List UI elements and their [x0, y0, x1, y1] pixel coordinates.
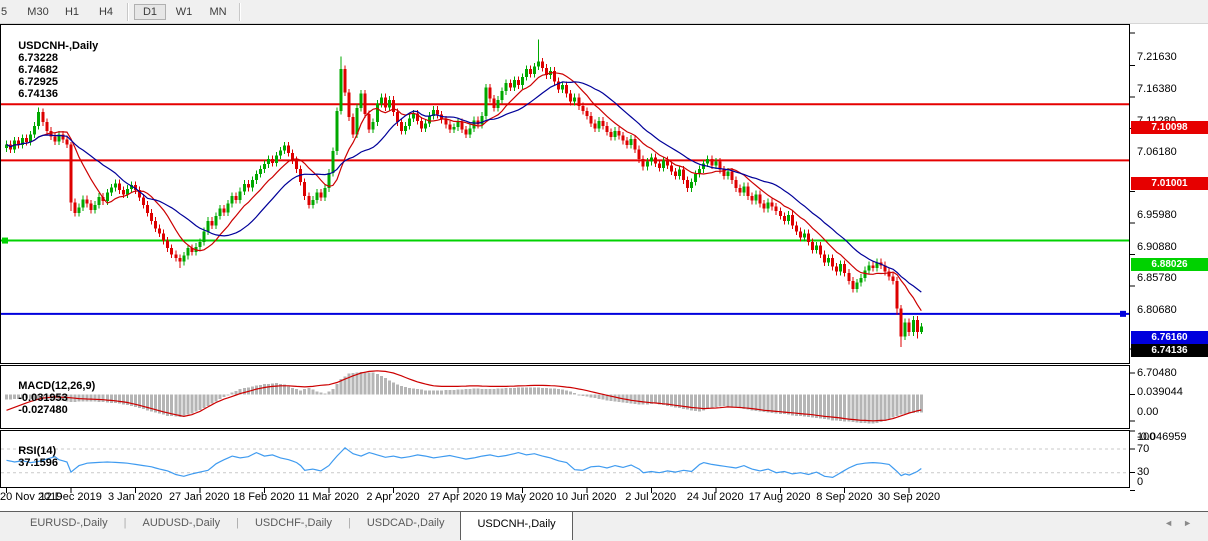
date-tick-label: 19 May 2020 — [490, 491, 554, 503]
ohlc-low-value: 6.72925 — [18, 76, 58, 88]
date-tick-label: 10 Jun 2020 — [556, 491, 617, 503]
ohlc-high-value: 6.74682 — [18, 64, 58, 76]
date-tick-label: 24 Jul 2020 — [687, 491, 744, 503]
macd-axis-label: 0.00 — [1137, 406, 1158, 418]
tab-usdcnh-active[interactable]: USDCNH-,Daily — [460, 511, 572, 540]
rsi-panel[interactable] — [0, 430, 1130, 488]
price-tick-label: 7.06180 — [1137, 146, 1177, 158]
toolbar-separator — [127, 3, 129, 21]
date-tick-label: 3 Jan 2020 — [108, 491, 162, 503]
price-chart-panel[interactable] — [0, 24, 1130, 364]
price-tick-label: 6.80680 — [1137, 304, 1177, 316]
tab-usdcad[interactable]: USDCAD-,Daily — [351, 512, 461, 541]
support-price-badge: 6.88026 — [1131, 258, 1208, 271]
toolbar-separator — [239, 3, 241, 21]
date-tick-label: 12 Dec 2019 — [39, 491, 101, 503]
date-tick-label: 18 Feb 2020 — [233, 491, 295, 503]
price-tick-label: 7.21630 — [1137, 51, 1177, 63]
macd-signal-value: -0.027480 — [18, 404, 68, 416]
date-tick-label: 2 Apr 2020 — [366, 491, 419, 503]
timeframe-toolbar: 5 M30 H1 H4 D1 W1 MN — [0, 0, 1208, 24]
macd-main-value: -0.031953 — [18, 392, 68, 404]
tab-eurusd[interactable]: EURUSD-,Daily — [14, 512, 124, 541]
ohlc-open-value: 6.73228 — [18, 52, 58, 64]
ohlc-close-value: 6.74136 — [18, 88, 58, 100]
resistance-price-badge: 7.10098 — [1131, 121, 1208, 134]
timeframe-button-active[interactable]: D1 — [134, 4, 166, 20]
symbol-tab-bar: EURUSD-,Daily | AUDUSD-,Daily | USDCHF-,… — [0, 511, 1208, 541]
price-tick-label: 6.95980 — [1137, 209, 1177, 221]
last-price-badge: 6.74136 — [1131, 344, 1208, 357]
timeframe-button[interactable]: 5 — [0, 4, 20, 20]
resistance-price-badge: 7.01001 — [1131, 177, 1208, 190]
rsi-label: RSI(14) 37.1596 — [6, 433, 62, 481]
price-tick-label: 6.85780 — [1137, 272, 1177, 284]
tab-audusd[interactable]: AUDUSD-,Daily — [126, 512, 236, 541]
price-tick-label: 6.70480 — [1137, 367, 1177, 379]
chart-symbol-label: USDCNH-,Daily — [18, 40, 98, 52]
date-tick-label: 27 Apr 2020 — [428, 491, 487, 503]
timeframe-button[interactable]: H1 — [56, 4, 88, 20]
timeframe-button[interactable]: W1 — [168, 4, 200, 20]
tab-scroll-left-icon[interactable]: ◄ — [1164, 518, 1183, 528]
rsi-name-label: RSI(14) — [18, 445, 56, 457]
timeframe-button[interactable]: MN — [202, 4, 234, 20]
date-tick-label: 17 Aug 2020 — [749, 491, 811, 503]
date-tick-label: 8 Sep 2020 — [816, 491, 872, 503]
date-tick-label: 11 Mar 2020 — [298, 491, 359, 503]
rsi-value: 37.1596 — [18, 457, 58, 469]
macd-panel[interactable] — [0, 365, 1130, 429]
price-tick-label: 7.16380 — [1137, 83, 1177, 95]
support-price-badge: 6.76160 — [1131, 331, 1208, 344]
date-tick-label: 30 Sep 2020 — [878, 491, 940, 503]
macd-name-label: MACD(12,26,9) — [18, 380, 95, 392]
mt-terminal-window: { "toolbar": { "timeframes": ["5", "M30"… — [0, 0, 1208, 540]
tab-usdchf[interactable]: USDCHF-,Daily — [239, 512, 348, 541]
timeframe-button[interactable]: H4 — [90, 4, 122, 20]
tab-scroll-right-icon[interactable]: ► — [1183, 518, 1202, 528]
tab-bar-padding — [0, 512, 14, 541]
rsi-axis-label: 100 — [1137, 431, 1155, 443]
chart-title: USDCNH-,Daily 6.73228 6.74682 6.72925 6.… — [6, 28, 102, 112]
rsi-axis-label: 0 — [1137, 476, 1143, 488]
date-tick-label: 27 Jan 2020 — [169, 491, 230, 503]
timeframe-button[interactable]: M30 — [22, 4, 54, 20]
rsi-axis-label: 70 — [1137, 443, 1149, 455]
macd-axis-label: 0.039044 — [1137, 386, 1183, 398]
chart-window: USDCNH-,Daily 6.73228 6.74682 6.72925 6.… — [0, 24, 1208, 511]
date-tick-label: 2 Jul 2020 — [625, 491, 676, 503]
price-tick-label: 6.90880 — [1137, 241, 1177, 253]
macd-label: MACD(12,26,9) -0.031953 -0.027480 — [6, 368, 99, 428]
